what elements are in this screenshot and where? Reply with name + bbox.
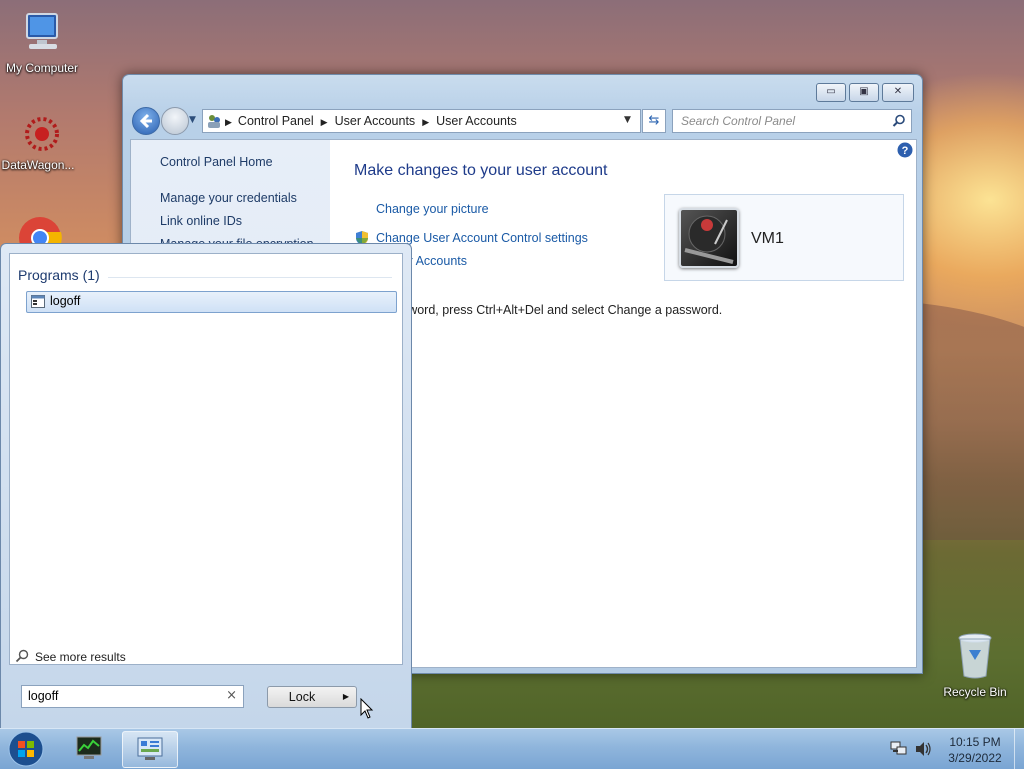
desktop-icon-recycle-bin[interactable]: Recycle Bin: [933, 630, 1017, 699]
clear-search-icon[interactable]: ×: [226, 688, 237, 703]
taskbar-app-control-panel[interactable]: [122, 731, 178, 768]
computer-icon: [0, 10, 84, 59]
svg-text:?: ?: [902, 145, 909, 157]
chevron-right-icon: ▶: [320, 117, 328, 127]
chevron-right-icon: ▶: [422, 117, 430, 127]
user-accounts-icon: [208, 115, 220, 128]
see-more-label: See more results: [35, 650, 126, 664]
breadcrumb-item-control-panel[interactable]: Control Panel: [238, 114, 314, 128]
address-bar[interactable]: ▶ Control Panel ▶ User Accounts ▶ User Accoun…: [202, 109, 641, 133]
search-input[interactable]: Search Control Panel: [672, 109, 912, 133]
start-button[interactable]: [6, 730, 46, 768]
breadcrumb-item-user-accounts-current[interactable]: User Accounts: [436, 114, 517, 128]
chevron-right-icon: ▶: [225, 117, 232, 127]
refresh-button[interactable]: ⇆: [642, 109, 666, 133]
see-more-results-link[interactable]: See more results: [15, 649, 126, 664]
desktop-icon-label: DataWagon...: [1, 158, 75, 172]
search-icon[interactable]: [892, 114, 906, 128]
datawagon-icon: ↗: [15, 114, 61, 274]
desktop-icon-label: My Computer: [5, 61, 79, 75]
desktop-icon-datawagon[interactable]: ↗ DataWagon...: [0, 114, 80, 274]
minimize-button[interactable]: ▭: [816, 83, 846, 102]
start-search-input[interactable]: logoff ×: [21, 685, 244, 708]
volume-icon[interactable]: [914, 741, 932, 757]
desktop-icon-label: Recycle Bin: [943, 685, 1007, 699]
nav-link-manage-credentials[interactable]: Manage your credentials: [160, 191, 297, 205]
nav-link-link-online-ids[interactable]: Link online IDs: [160, 214, 242, 228]
breadcrumb-item-user-accounts[interactable]: User Accounts: [335, 114, 416, 128]
lock-button[interactable]: Lock: [267, 686, 337, 708]
breadcrumb: ▶ Control Panel ▶ User Accounts ▶ User Accoun…: [225, 114, 517, 128]
clock-date: 3/29/2022: [948, 751, 1002, 765]
avatar[interactable]: [679, 208, 739, 268]
forward-button[interactable]: [161, 107, 189, 135]
program-icon: [31, 295, 45, 308]
windows-logo-icon: [8, 731, 44, 767]
user-account-tile: VM1: [664, 194, 904, 281]
close-button[interactable]: ✕: [882, 83, 914, 102]
section-divider: [108, 277, 392, 278]
search-result-logoff[interactable]: logoff: [26, 291, 397, 313]
taskbar-app-task-manager[interactable]: [62, 731, 116, 766]
clock-time: 10:15 PM: [949, 735, 1001, 749]
control-panel-icon: [137, 737, 163, 760]
maximize-button[interactable]: ▣: [849, 83, 879, 102]
search-icon: [15, 649, 29, 663]
back-button[interactable]: [132, 107, 160, 135]
address-dropdown-icon[interactable]: ▼: [624, 115, 631, 125]
search-results-panel: Programs (1) logoff: [9, 253, 403, 665]
history-dropdown-icon[interactable]: ▼: [189, 115, 196, 125]
task-link-change-picture[interactable]: Change your picture: [376, 202, 489, 216]
search-placeholder: Search Control Panel: [681, 114, 796, 128]
back-arrow-icon: [139, 113, 152, 129]
search-value: logoff: [28, 689, 59, 703]
desktop-icon-my-computer[interactable]: My Computer: [0, 10, 84, 75]
recycle-bin-icon: [933, 630, 1017, 683]
show-desktop-button[interactable]: [1014, 729, 1024, 769]
programs-section-header: Programs (1): [18, 267, 100, 283]
nav-link-control-panel-home[interactable]: Control Panel Home: [160, 155, 273, 169]
start-menu: Programs (1) logoff See more results log…: [0, 243, 412, 729]
result-label: logoff: [50, 294, 81, 308]
network-icon[interactable]: [890, 741, 908, 757]
page-heading: Make changes to your user account: [354, 162, 608, 179]
power-options-arrow-icon[interactable]: ▶: [336, 686, 357, 708]
user-name: VM1: [751, 230, 784, 247]
taskbar: 10:15 PM 3/29/2022: [0, 728, 1024, 769]
monitor-chart-icon: [76, 736, 102, 759]
turntable-icon: [684, 215, 734, 264]
help-icon[interactable]: ?: [897, 142, 913, 158]
mouse-cursor-icon: [360, 698, 374, 719]
system-clock[interactable]: 10:15 PM 3/29/2022: [940, 734, 1010, 766]
